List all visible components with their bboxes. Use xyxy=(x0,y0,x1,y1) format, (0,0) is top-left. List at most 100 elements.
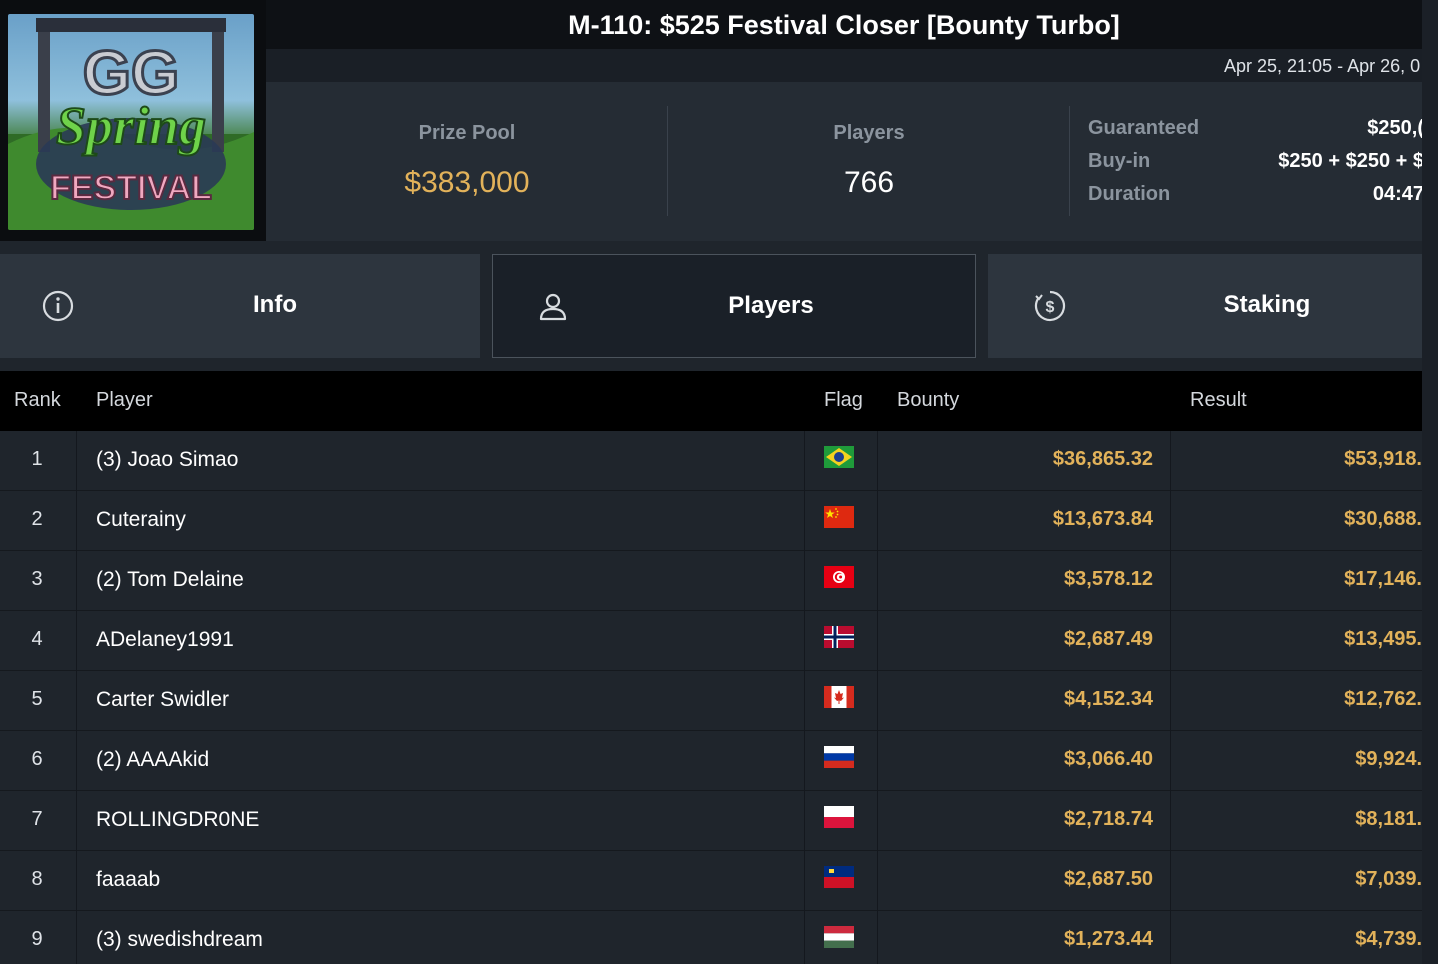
player-name-cell[interactable]: (2) Tom Delaine xyxy=(96,568,244,592)
player-header[interactable]: Player xyxy=(96,389,153,412)
rank-cell: 7 xyxy=(31,808,43,830)
liechtenstein-flag-icon xyxy=(824,866,854,888)
player-name-cell[interactable]: Carter Swidler xyxy=(96,688,229,712)
rank-cell: 5 xyxy=(31,688,43,710)
rank-cell: 9 xyxy=(31,928,43,950)
date-bar: Apr 25, 21:05 - Apr 26, 0 xyxy=(266,49,1422,82)
column-divider xyxy=(76,671,77,731)
column-divider xyxy=(76,431,77,491)
canada-flag-icon xyxy=(824,686,854,708)
players-label: Players xyxy=(833,122,905,144)
column-divider xyxy=(804,791,805,851)
tournament-page: GG Spring FESTIVAL M-110: $525 Festival … xyxy=(0,0,1422,964)
bounty-cell: $13,673.84 xyxy=(1052,508,1153,530)
column-divider xyxy=(1170,611,1171,671)
festival-logo: GG Spring FESTIVAL xyxy=(0,0,266,241)
tab-info[interactable]: Info xyxy=(0,254,480,358)
buyin-row: Buy-in $250 + $250 + $ xyxy=(1088,150,1422,176)
brazil-flag-icon xyxy=(824,446,854,468)
guaranteed-value: $250,( xyxy=(1367,117,1422,139)
tab-staking-label: Staking xyxy=(1223,291,1311,318)
bounty-cell: $2,718.74 xyxy=(1064,808,1153,830)
column-divider xyxy=(877,671,878,731)
rank-cell: 3 xyxy=(31,568,43,590)
russia-flag-icon xyxy=(824,746,854,768)
player-name-cell[interactable]: ADelaney1991 xyxy=(96,628,234,652)
column-divider xyxy=(877,431,878,491)
table-row[interactable]: 4 ADelaney1991 $2,687.49 $13,495. xyxy=(0,611,1422,671)
rank-cell: 1 xyxy=(31,448,43,470)
tab-players-label: Players xyxy=(728,292,814,319)
table-row[interactable]: 8 faaaab $2,687.50 $7,039. xyxy=(0,851,1422,911)
column-divider xyxy=(877,851,878,911)
column-divider xyxy=(1170,731,1171,791)
table-row[interactable]: 2 Cuterainy $13,673.84 $30,688. xyxy=(0,491,1422,551)
festival-logo-image: GG Spring FESTIVAL xyxy=(8,14,254,230)
result-cell: $12,762. xyxy=(1344,688,1422,710)
result-cell: $13,495. xyxy=(1344,628,1422,650)
table-row[interactable]: 7 ROLLINGDR0NE $2,718.74 $8,181. xyxy=(0,791,1422,851)
tab-info-label: Info xyxy=(253,291,297,318)
column-divider xyxy=(804,431,805,491)
rank-cell: 2 xyxy=(31,508,43,530)
norway-flag-icon xyxy=(824,626,854,648)
result-cell: $30,688. xyxy=(1344,508,1422,530)
bounty-header[interactable]: Bounty xyxy=(897,389,959,412)
bounty-cell: $3,578.12 xyxy=(1064,568,1153,590)
column-divider xyxy=(1170,911,1171,964)
flag-header[interactable]: Flag xyxy=(824,389,863,412)
bounty-cell: $4,152.34 xyxy=(1064,688,1153,710)
result-cell: $17,146. xyxy=(1344,568,1422,590)
result-header[interactable]: Result xyxy=(1190,389,1247,412)
bounty-cell: $3,066.40 xyxy=(1064,748,1153,770)
rank-cell: 8 xyxy=(31,868,43,890)
result-cell: $4,739. xyxy=(1355,928,1422,950)
prize-pool-label: Prize Pool xyxy=(418,122,516,144)
player-name-cell[interactable]: ROLLINGDR0NE xyxy=(96,808,259,832)
duration-row: Duration 04:47 xyxy=(1088,183,1422,209)
tab-staking[interactable]: $ Staking xyxy=(988,254,1422,358)
column-divider xyxy=(76,851,77,911)
player-name-cell[interactable]: Cuterainy xyxy=(96,508,186,532)
player-name-cell[interactable]: (3) Joao Simao xyxy=(96,448,238,472)
column-divider xyxy=(76,491,77,551)
column-divider xyxy=(804,731,805,791)
table-row[interactable]: 5 Carter Swidler $4,152.34 $12,762. xyxy=(0,671,1422,731)
column-divider xyxy=(877,611,878,671)
table-row[interactable]: 3 (2) Tom Delaine $3,578.12 $17,146. xyxy=(0,551,1422,611)
column-divider xyxy=(877,491,878,551)
prize-pool-value: $383,000 xyxy=(404,166,530,199)
hungary-flag-icon xyxy=(824,926,854,948)
column-divider xyxy=(1170,491,1171,551)
column-divider xyxy=(877,551,878,611)
tunisia-flag-icon xyxy=(824,566,854,588)
rank-cell: 4 xyxy=(31,628,43,650)
column-divider xyxy=(804,911,805,964)
column-divider xyxy=(804,671,805,731)
duration-label: Duration xyxy=(1088,183,1171,205)
column-divider xyxy=(76,551,77,611)
buyin-label: Buy-in xyxy=(1088,150,1151,172)
rank-header[interactable]: Rank xyxy=(14,389,61,412)
column-divider xyxy=(877,911,878,964)
players-value: 766 xyxy=(843,166,895,199)
tournament-title: M-110: $525 Festival Closer [Bounty Turb… xyxy=(568,10,1120,40)
player-name-cell[interactable]: (3) swedishdream xyxy=(96,928,263,952)
prize-pool-stat: Prize Pool $383,000 xyxy=(266,82,668,241)
table-row[interactable]: 6 (2) AAAAkid $3,066.40 $9,924. xyxy=(0,731,1422,791)
player-name-cell[interactable]: (2) AAAAkid xyxy=(96,748,209,772)
player-name-cell[interactable]: faaaab xyxy=(96,868,160,892)
tab-players[interactable]: Players xyxy=(492,254,976,358)
table-row[interactable]: 9 (3) swedishdream $1,273.44 $4,739. xyxy=(0,911,1422,964)
result-cell: $53,918. xyxy=(1344,448,1422,470)
tournament-date-range: Apr 25, 21:05 - Apr 26, 0 xyxy=(1224,56,1421,76)
column-divider xyxy=(877,731,878,791)
column-divider xyxy=(1170,671,1171,731)
table-row[interactable]: 1 (3) Joao Simao $36,865.32 $53,918. xyxy=(0,431,1422,491)
stats-divider xyxy=(1069,106,1070,216)
result-cell: $9,924. xyxy=(1355,748,1422,770)
scrollbar[interactable] xyxy=(1422,0,1438,964)
column-divider xyxy=(76,611,77,671)
column-divider xyxy=(804,551,805,611)
column-divider xyxy=(76,911,77,964)
